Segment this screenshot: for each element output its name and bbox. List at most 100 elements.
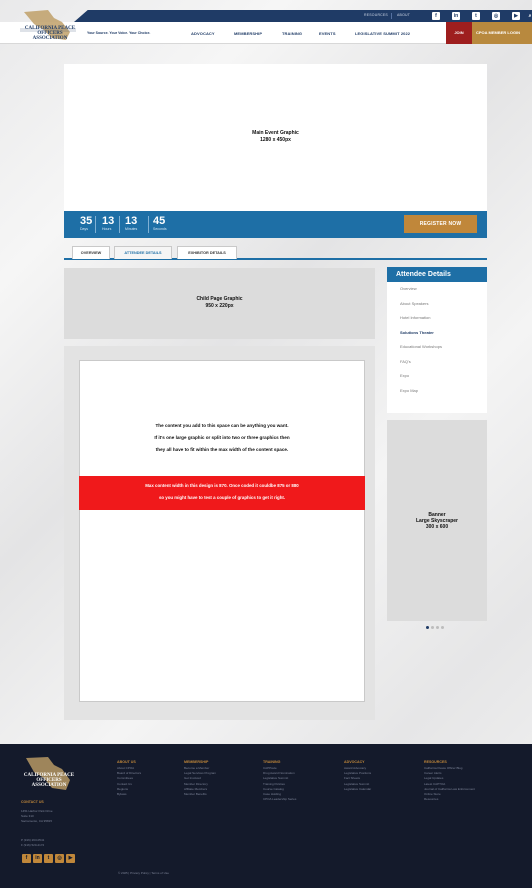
sidebar-item-overview[interactable]: Overview	[387, 282, 487, 297]
sidebar-item-educational-workshops[interactable]: Educational Workshops	[387, 340, 487, 355]
sidebar-item-faqs[interactable]: FAQ's	[387, 355, 487, 370]
carousel-dot[interactable]	[431, 626, 434, 629]
carousel-dot[interactable]	[441, 626, 444, 629]
carousel-dots	[424, 626, 454, 630]
tab-overview[interactable]: OVERVIEW	[72, 246, 110, 259]
nav-membership[interactable]: MEMBERSHIP	[234, 31, 262, 36]
facebook-icon[interactable]: f	[22, 854, 31, 863]
countdown-minutes-label: Minutes	[125, 227, 138, 231]
countdown-seconds-value: 45	[153, 215, 166, 227]
countdown-hours: 13 Hours	[102, 215, 114, 232]
nav-legislative-summit[interactable]: LEGISLATIVE SUMMIT 2022	[355, 31, 410, 36]
countdown-seconds-label: Seconds	[153, 227, 167, 231]
content-line: The content you add to this space can be…	[155, 423, 289, 428]
content-box	[79, 360, 365, 702]
footer-address-line: 1451 Harbor Park Drive	[21, 809, 53, 813]
content-copy: The content you add to this space can be…	[79, 420, 365, 456]
footer-col-membership: MEMBERSHIP Become a Member Legal Service…	[184, 758, 216, 797]
footer-contact-heading: CONTACT US	[21, 800, 44, 804]
footer-col-heading: MEMBERSHIP	[184, 760, 209, 764]
sidebar-menu: Overview About Speakers Hotel Informatio…	[387, 282, 487, 398]
youtube-icon[interactable]: ▶	[512, 12, 520, 20]
footer-link[interactable]: Resources	[424, 797, 475, 802]
content-line: If it's one large graphic or split into …	[154, 435, 290, 440]
youtube-icon[interactable]: ▶	[66, 854, 75, 863]
footer-phone[interactable]: P (916) 263-0541	[21, 838, 44, 842]
register-now-button[interactable]: REGISTER NOW	[404, 215, 477, 233]
footer-col-heading: ABOUT US	[117, 760, 136, 764]
banner-label: Banner Large Skyscraper 300 x 600	[387, 512, 487, 530]
linkedin-icon[interactable]: in	[33, 854, 42, 863]
hero-placeholder-label: Main Event Graphic 1280 x 450px	[64, 130, 487, 144]
event-tabs: OVERVIEW ATTENDEE DETAILS EXHIBITOR DETA…	[64, 246, 487, 260]
footer-link[interactable]: Member Benefits	[184, 792, 216, 797]
countdown-days-value: 35	[80, 215, 93, 227]
footer-fax: F (916) 520-2172	[21, 843, 45, 847]
sidebar-item-solutions-theater[interactable]: Solutions Theater	[387, 326, 487, 341]
child-label-line1: Child Page Graphic	[196, 296, 243, 302]
join-button[interactable]: JOIN	[446, 22, 472, 44]
content-line: they all have to fit within the max widt…	[155, 447, 289, 452]
countdown-divider	[148, 216, 149, 233]
footer-link[interactable]: Legislative Summit	[344, 782, 371, 787]
footer-address-line: Suite 310	[21, 814, 34, 818]
logo-wordmark: CALIFORNIA PEACE OFFICERS ASSOCIATION	[24, 26, 76, 41]
footer-logo-wordmark: CALIFORNIA PEACE OFFICERS ASSOCIATION	[23, 773, 75, 788]
linkedin-icon[interactable]: in	[452, 12, 460, 20]
nav-events[interactable]: EVENTS	[319, 31, 336, 36]
footer-col-training: TRAINING CAPPsule Drug Award Nomination …	[263, 758, 296, 802]
countdown-divider	[95, 216, 96, 233]
footer-col-heading: ADVOCACY	[344, 760, 365, 764]
footer-copyright: © 2025 | Privacy Policy | Terms of Use	[118, 871, 169, 875]
main-event-graphic: Main Event Graphic 1280 x 450px	[64, 64, 487, 211]
site-tagline: Your Source. Your Voice. Your Choice.	[87, 31, 151, 35]
countdown-divider	[119, 216, 120, 233]
countdown-days: 35 Days	[80, 215, 92, 232]
footer-col-resources: RESOURCES California Peace Officer Blog …	[424, 758, 475, 802]
utility-bar: RESOURCES ABOUT f in t ◎ ▶ ⌕	[74, 10, 532, 22]
utility-divider	[391, 13, 392, 19]
sidebar-item-about-speakers[interactable]: About Speakers	[387, 297, 487, 312]
carousel-dot[interactable]	[426, 626, 429, 629]
countdown-hours-label: Hours	[102, 227, 112, 231]
countdown-seconds: 45 Seconds	[153, 215, 167, 232]
footer-col-heading: TRAINING	[263, 760, 281, 764]
footer-col-advocacy: ADVOCACY Award Advocacy Legislative Posi…	[344, 758, 371, 792]
search-icon[interactable]: ⌕	[526, 12, 532, 20]
footer-col-heading: RESOURCES	[424, 760, 447, 764]
hero-label-line1: Main Event Graphic	[252, 130, 299, 136]
countdown-minutes-value: 13	[125, 215, 138, 227]
notice-line: so you might have to test a couple of gr…	[158, 495, 286, 500]
banner-label-line3: 300 x 600	[425, 524, 449, 530]
resources-link[interactable]: RESOURCES	[364, 13, 388, 17]
footer-address-line: Sacramento, CA 95815	[21, 819, 53, 823]
child-page-graphic: Child Page Graphic 950 x 220px	[64, 268, 375, 339]
nav-training[interactable]: TRAINING	[282, 31, 302, 36]
footer-col-about: ABOUT US About CPOA Board of Directors C…	[117, 758, 141, 797]
countdown-days-label: Days	[80, 227, 88, 231]
tab-exhibitor-details[interactable]: EXHIBITOR DETAILS	[177, 246, 237, 259]
content-width-notice: Max content width in this design is 870.…	[79, 476, 365, 510]
instagram-icon[interactable]: ◎	[492, 12, 500, 20]
sidebar-item-expo[interactable]: Expo	[387, 369, 487, 384]
nav-advocacy[interactable]: ADVOCACY	[191, 31, 215, 36]
footer-link[interactable]: Bylaws	[117, 792, 141, 797]
sidebar-item-expo-map[interactable]: Expo Map	[387, 384, 487, 399]
sidebar-title: Attendee Details	[387, 267, 487, 282]
child-label-line2: 950 x 220px	[205, 303, 234, 309]
sidebar-item-hotel-information[interactable]: Hotel Information	[387, 311, 487, 326]
instagram-icon[interactable]: ◎	[55, 854, 64, 863]
countdown-minutes: 13 Minutes	[125, 215, 137, 232]
tab-attendee-details[interactable]: ATTENDEE DETAILS	[114, 246, 172, 259]
member-login-button[interactable]: CPOA MEMBER LOGIN	[472, 22, 532, 44]
skyscraper-banner[interactable]: Banner Large Skyscraper 300 x 600	[387, 420, 487, 621]
twitter-icon[interactable]: t	[44, 854, 53, 863]
carousel-dot[interactable]	[436, 626, 439, 629]
facebook-icon[interactable]: f	[432, 12, 440, 20]
countdown-hours-value: 13	[102, 215, 115, 227]
twitter-icon[interactable]: t	[472, 12, 480, 20]
footer-link[interactable]: CPOA Leadership Series	[263, 797, 296, 802]
footer-link[interactable]: Legislative Calendar	[344, 787, 371, 792]
site-header: RESOURCES ABOUT f in t ◎ ▶ ⌕ CALIFORNIA …	[0, 0, 532, 44]
about-link[interactable]: ABOUT	[397, 13, 410, 17]
